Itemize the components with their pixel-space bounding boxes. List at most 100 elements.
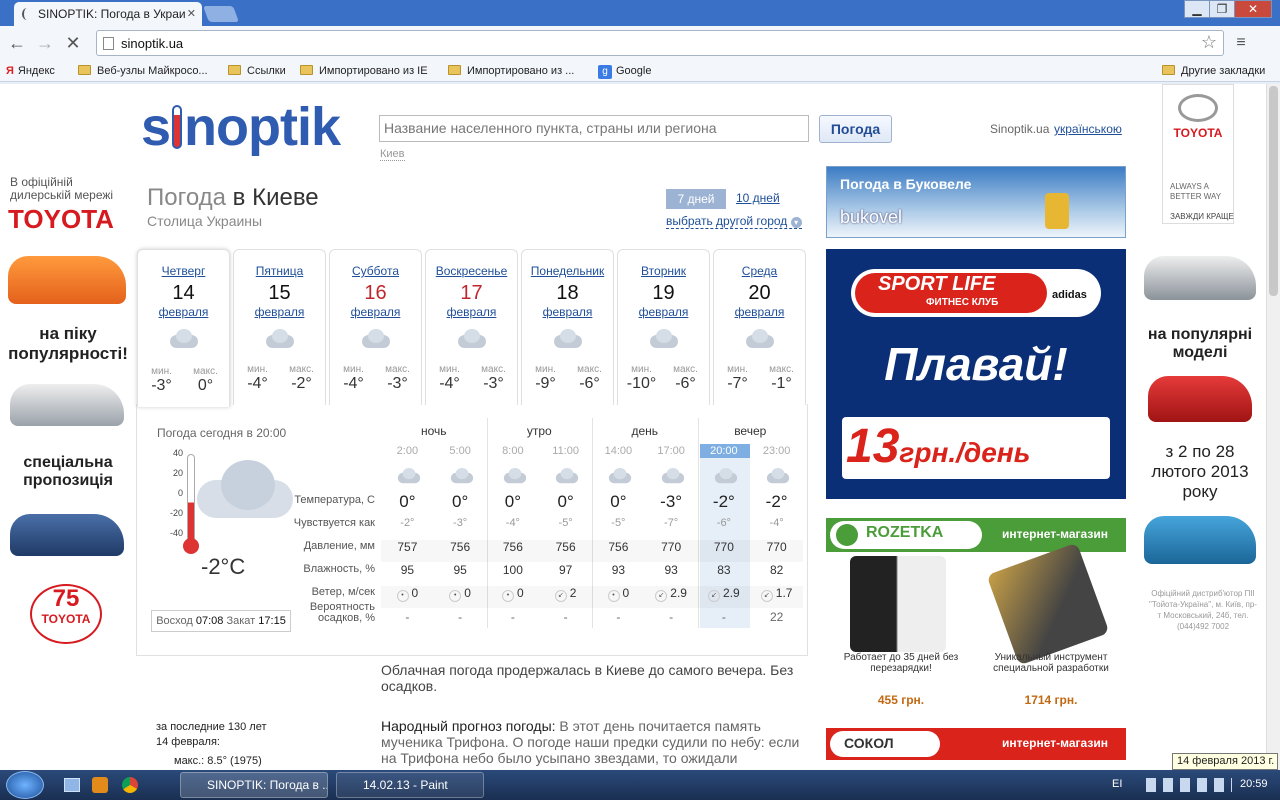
bookmark-links[interactable]: Ссылки xyxy=(228,63,286,79)
min-label: мин. xyxy=(535,364,556,375)
max-temp: -3° xyxy=(483,375,504,392)
cloudy-icon xyxy=(358,329,394,349)
sinoptik-logo[interactable]: s noptik xyxy=(141,96,341,158)
page-subtitle: Столица Украины xyxy=(147,213,263,229)
day-tab[interactable]: Воскресенье 17 февраля мин. макс. -4° -3° xyxy=(425,249,518,405)
day-name: Суббота xyxy=(352,264,399,278)
wind-value: 0 xyxy=(517,586,524,600)
toyota-right-ad[interactable]: TOYOTA ALWAYS A BETTER WAY ЗАВЖДИ КРАЩЕ … xyxy=(1134,84,1266,664)
cloudy-icon xyxy=(166,329,202,349)
hour-label: 14:00 xyxy=(604,445,633,457)
address-bar[interactable]: sinoptik.ua ☆ xyxy=(96,30,1224,56)
day-month: февраля xyxy=(158,305,209,319)
car-image-silver-sedan xyxy=(1144,256,1256,300)
ad-left-mid-text: на піку популярності! xyxy=(8,324,128,363)
sokol-banner[interactable]: СОКОЛ интернет-магазин xyxy=(826,728,1126,760)
maximize-icon[interactable]: ❐ xyxy=(1209,0,1235,18)
temperature-value: 0° xyxy=(504,492,521,511)
close-window-icon[interactable]: ✕ xyxy=(1234,0,1272,18)
toyota-left-ad[interactable]: В офіційній дилерській мережі TOYOTA на … xyxy=(0,174,135,674)
search-button[interactable]: Погода xyxy=(819,115,892,143)
folder-icon xyxy=(1162,65,1175,75)
menu-icon[interactable]: ≡ xyxy=(1230,32,1252,54)
cloudy-icon xyxy=(606,468,635,484)
feels-like-value: -4° xyxy=(769,517,784,529)
cloudy-icon xyxy=(742,329,778,349)
minimize-icon[interactable]: ▁ xyxy=(1184,0,1210,18)
pressure-value: 757 xyxy=(397,540,418,554)
bookmark-yandex[interactable]: Я Яндекс xyxy=(6,63,55,79)
rozetka-item1-text[interactable]: Работает до 35 дней без перезарядки! xyxy=(830,652,972,674)
cloudy-icon xyxy=(553,468,582,484)
bookmark-microsoft[interactable]: Веб-узлы Майкросо... xyxy=(78,63,208,79)
precip-value: - xyxy=(616,610,621,624)
new-tab-button[interactable] xyxy=(203,6,239,22)
lang-link[interactable]: українською xyxy=(1054,122,1122,136)
cloudy-icon xyxy=(550,329,586,349)
stop-loading-icon[interactable]: ✕ xyxy=(62,32,84,54)
close-tab-icon[interactable]: ✕ xyxy=(187,2,196,26)
page-content: В офіційній дилерській мережі TOYOTA на … xyxy=(0,84,1266,770)
tab-sinoptik[interactable]: SINOPTIK: Погода в Украи ✕ xyxy=(14,2,202,26)
day-tab[interactable]: Вторник 19 февраля мин. макс. -10° -6° xyxy=(617,249,710,405)
range-10-days-link[interactable]: 10 дней xyxy=(736,191,780,205)
choose-city-link[interactable]: выбрать другой город ▾ xyxy=(666,214,802,229)
sport-life-banner[interactable]: SPORT LIFE ФИТНЕС КЛУБ adidas Плавай! 13… xyxy=(826,249,1126,499)
rozetka-banner[interactable]: ROZETKA интернет-магазин xyxy=(826,518,1126,552)
taskbar-item-chrome[interactable]: SINOPTIK: Погода в ... xyxy=(180,772,328,798)
rozetka-item2-text[interactable]: Уникальный инструмент специальной разраб… xyxy=(980,652,1122,674)
day-tab[interactable]: Понедельник 18 февраля мин. макс. -9° -6° xyxy=(521,249,614,405)
feels-like-value: -5° xyxy=(611,517,626,529)
hour-label: 23:00 xyxy=(762,445,791,457)
cloudy-icon xyxy=(447,468,476,484)
row-label: Давление, мм xyxy=(303,540,375,552)
page-scrollbar[interactable] xyxy=(1266,84,1280,770)
temperature-value: 0° xyxy=(610,492,627,511)
bookmark-ie[interactable]: Импортировано из IE xyxy=(300,63,428,79)
show-desktop-icon[interactable] xyxy=(64,778,80,792)
tool-image xyxy=(986,542,1110,666)
temperature-value: -2° xyxy=(712,492,735,511)
bookmark-imported[interactable]: Импортировано из ... xyxy=(448,63,574,79)
max-temp: -6° xyxy=(579,375,600,392)
media-player-icon[interactable] xyxy=(92,777,108,793)
day-tab[interactable]: Среда 20 февраля мин. макс. -7° -1° xyxy=(713,249,806,405)
search-hint[interactable]: Киев xyxy=(380,148,405,161)
chrome-icon[interactable] xyxy=(122,777,138,793)
page-icon xyxy=(103,37,114,50)
wind-value: 2 xyxy=(569,586,577,600)
tray-icons[interactable] xyxy=(1146,778,1232,792)
precip-value: - xyxy=(563,610,568,624)
day-name: Пятница xyxy=(255,264,304,278)
hour-label: 17:00 xyxy=(657,445,685,457)
day-tab[interactable]: Суббота 16 февраля мин. макс. -4° -3° xyxy=(329,249,422,405)
bookmark-google[interactable]: g Google xyxy=(598,63,651,79)
back-icon[interactable]: ← xyxy=(6,32,28,54)
clock[interactable]: 20:59 xyxy=(1240,778,1268,790)
search-input[interactable]: Название населенного пункта, страны или … xyxy=(379,115,809,142)
humidity-value: 95 xyxy=(453,563,467,577)
toyota-75-logo: 75 TOYOTA xyxy=(30,584,102,644)
language-indicator[interactable]: EI xyxy=(1112,778,1122,790)
weather-description: Облачная погода продержалась в Киеве до … xyxy=(381,662,794,694)
temperature-value: -3° xyxy=(660,492,683,511)
day-month: февраля xyxy=(446,305,497,319)
scale-label: 40 xyxy=(172,448,183,458)
bookmark-other[interactable]: Другие закладки xyxy=(1162,63,1265,79)
day-tab[interactable]: Пятница 15 февраля мин. макс. -4° -2° xyxy=(233,249,326,405)
star-icon[interactable]: ☆ xyxy=(1201,32,1217,53)
rozetka-smile-icon xyxy=(836,524,858,546)
taskbar-item-paint[interactable]: 14.02.13 - Paint xyxy=(336,772,484,798)
start-button[interactable] xyxy=(6,771,44,799)
day-tab[interactable]: Четверг 14 февраля мин. макс. -3° 0° xyxy=(137,249,230,407)
range-7-days-tab[interactable]: 7 дней xyxy=(666,189,726,209)
max-label: макс. xyxy=(289,364,314,375)
max-temp: -1° xyxy=(771,375,792,392)
day-name: Вторник xyxy=(641,264,686,278)
forward-icon[interactable]: → xyxy=(34,32,56,54)
period-header: ночь xyxy=(420,424,447,438)
bukovel-banner[interactable]: Погода в Буковеле bukovel xyxy=(826,166,1126,238)
toolbar: ← → ✕ sinoptik.ua ☆ ≡ xyxy=(0,26,1280,60)
folder-icon xyxy=(300,65,313,75)
humidity-value: 82 xyxy=(769,563,784,577)
